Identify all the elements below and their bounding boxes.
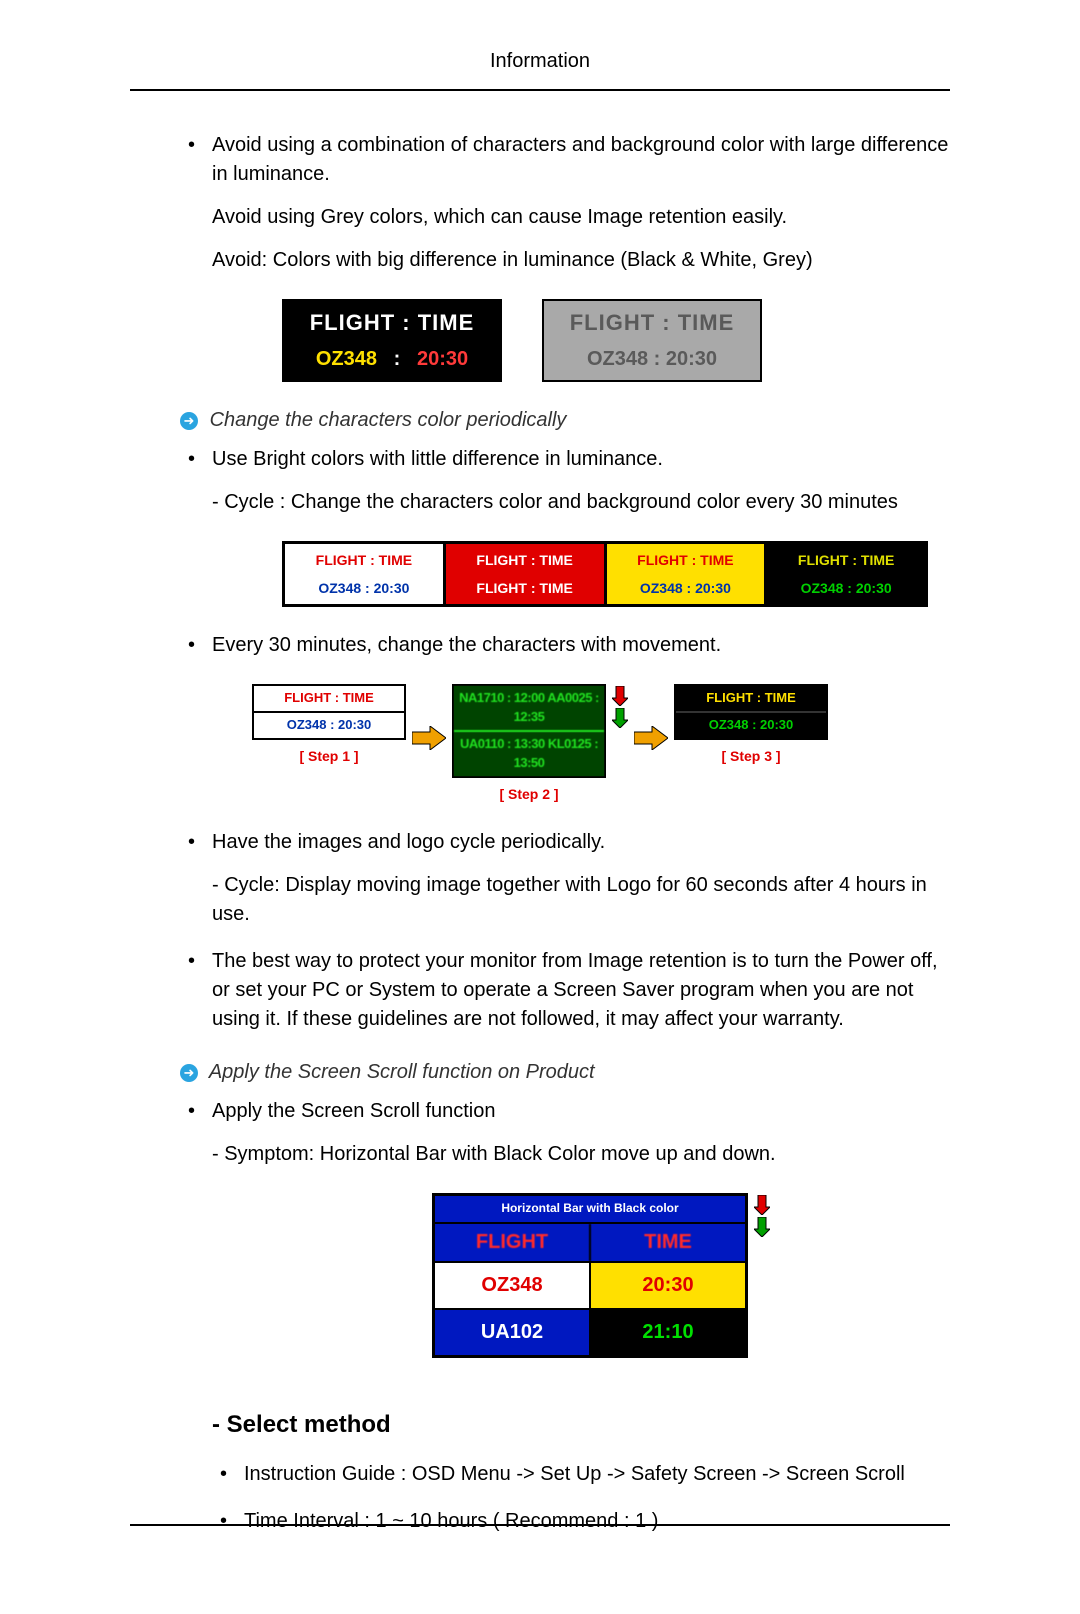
text: Have the images and logo cycle periodica… bbox=[212, 831, 605, 853]
text: Time Interval : 1 ~ 10 hours ( Recommend… bbox=[244, 1510, 658, 1532]
li-instruction: Instruction Guide : OSD Menu -> Set Up -… bbox=[212, 1460, 950, 1489]
fig4-row-1: OZ348 20:30 bbox=[435, 1261, 745, 1308]
list-avoid: Avoid using a combination of characters … bbox=[180, 131, 950, 382]
panel-black: FLIGHT : TIME OZ348 : 20:30 bbox=[282, 299, 502, 382]
text: Instruction Guide : OSD Menu -> Set Up -… bbox=[244, 1463, 905, 1485]
step-3: FLIGHT : TIME OZ348 : 20:30 [ Step 3 ] bbox=[674, 684, 828, 766]
figure-color-cycles: FLIGHT : TIME OZ348 : 20:30 FLIGHT : TIM… bbox=[242, 541, 950, 608]
rule-bottom bbox=[130, 1524, 950, 1526]
page: Information Avoid using a combination of… bbox=[0, 0, 1080, 1614]
flight-time: 20:30 bbox=[417, 348, 468, 370]
text-symptom: - Symptom: Horizontal Bar with Black Col… bbox=[212, 1140, 950, 1169]
r1: FLIGHT : TIME bbox=[611, 550, 761, 570]
step1-top: FLIGHT : TIME bbox=[254, 686, 404, 711]
text-cycle: - Cycle : Change the characters color an… bbox=[212, 488, 950, 517]
cell-red: FLIGHT : TIME FLIGHT : TIME bbox=[446, 544, 607, 605]
fig4-head-row: FLIGHT TIME bbox=[435, 1222, 745, 1261]
flight-code: OZ348 bbox=[316, 348, 377, 370]
panel-black-data: OZ348 : 20:30 bbox=[290, 345, 494, 374]
time: 20:30 bbox=[591, 1263, 745, 1308]
li-bright: Use Bright colors with little difference… bbox=[180, 445, 950, 608]
col-time: TIME bbox=[591, 1224, 745, 1261]
text: Avoid using a combination of characters … bbox=[212, 134, 948, 185]
text-grey: Avoid using Grey colors, which can cause… bbox=[212, 203, 950, 232]
heading-select-method: Select method bbox=[212, 1408, 950, 1443]
sep: : bbox=[394, 348, 401, 370]
figure-contrast-panels: FLIGHT : TIME OZ348 : 20:30 FLIGHT : TIM… bbox=[242, 299, 950, 382]
flight: UA102 bbox=[435, 1310, 591, 1355]
scroll-arrows-icon bbox=[612, 686, 628, 728]
step3-bot: OZ348 : 20:30 bbox=[676, 711, 826, 738]
fig4-header: Horizontal Bar with Black color bbox=[435, 1196, 745, 1221]
text: Apply the Screen Scroll function bbox=[212, 1100, 496, 1122]
cell-black: FLIGHT : TIME OZ348 : 20:30 bbox=[767, 544, 925, 605]
arrow-right-icon bbox=[412, 726, 446, 750]
time: 21:10 bbox=[591, 1310, 745, 1355]
callout-change-color: ➜ Change the characters color periodical… bbox=[180, 406, 950, 435]
li-best: The best way to protect your monitor fro… bbox=[180, 947, 950, 1034]
r1: FLIGHT : TIME bbox=[450, 550, 600, 570]
step2-label: [ Step 2 ] bbox=[452, 784, 606, 804]
text-colors: Avoid: Colors with big difference in lum… bbox=[212, 246, 950, 275]
content: Avoid using a combination of characters … bbox=[130, 91, 950, 1536]
text: Every 30 minutes, change the characters … bbox=[212, 634, 721, 656]
col-flight: FLIGHT bbox=[435, 1224, 591, 1261]
li-move: Every 30 minutes, change the characters … bbox=[180, 631, 950, 804]
li-logo: Have the images and logo cycle periodica… bbox=[180, 828, 950, 929]
panel-black-head: FLIGHT : TIME bbox=[290, 307, 494, 339]
figure-movement-steps: FLIGHT : TIME OZ348 : 20:30 [ Step 1 ] N… bbox=[252, 684, 950, 804]
step2-top: NA1710 : 12:00 AA0025 : 12:35 bbox=[454, 686, 604, 730]
r2: OZ348 : 20:30 bbox=[771, 578, 921, 598]
r1: FLIGHT : TIME bbox=[771, 550, 921, 570]
list-change: Use Bright colors with little difference… bbox=[180, 445, 950, 1034]
step1-bot: OZ348 : 20:30 bbox=[254, 711, 404, 738]
li-interval: Time Interval : 1 ~ 10 hours ( Recommend… bbox=[212, 1507, 950, 1536]
scroll-arrows-icon bbox=[754, 1195, 770, 1237]
text: Use Bright colors with little difference… bbox=[212, 448, 663, 470]
li-avoid-combo: Avoid using a combination of characters … bbox=[180, 131, 950, 382]
figure-scroll-table: Horizontal Bar with Black color FLIGHT T… bbox=[252, 1193, 950, 1357]
arrow-right-icon bbox=[634, 726, 668, 750]
cell-yellow: FLIGHT : TIME OZ348 : 20:30 bbox=[607, 544, 768, 605]
page-header: Information bbox=[130, 50, 950, 79]
cell-white: FLIGHT : TIME OZ348 : 20:30 bbox=[285, 544, 446, 605]
r2: OZ348 : 20:30 bbox=[289, 578, 439, 598]
flight: OZ348 bbox=[435, 1263, 591, 1308]
step1-label: [ Step 1 ] bbox=[252, 746, 406, 766]
arrow-circle-icon: ➜ bbox=[180, 1064, 198, 1082]
step3-top: FLIGHT : TIME bbox=[676, 686, 826, 711]
step-2: NA1710 : 12:00 AA0025 : 12:35 UA0110 : 1… bbox=[452, 684, 606, 804]
r1: FLIGHT : TIME bbox=[289, 550, 439, 570]
step2-bot: UA0110 : 13:30 KL0125 : 13:50 bbox=[454, 730, 604, 776]
step3-label: [ Step 3 ] bbox=[674, 746, 828, 766]
callout-text: Apply the Screen Scroll function on Prod… bbox=[209, 1061, 595, 1083]
callout-text: Change the characters color periodically bbox=[210, 409, 567, 431]
list-scroll: Apply the Screen Scroll function - Sympt… bbox=[180, 1097, 950, 1536]
r2: OZ348 : 20:30 bbox=[611, 578, 761, 598]
fig4-row-2: UA102 21:10 bbox=[435, 1308, 745, 1355]
panel-grey: FLIGHT : TIME OZ348 : 20:30 bbox=[542, 299, 762, 382]
text-logo-cycle: - Cycle: Display moving image together w… bbox=[212, 871, 950, 929]
li-scroll: Apply the Screen Scroll function - Sympt… bbox=[180, 1097, 950, 1536]
r2: FLIGHT : TIME bbox=[450, 578, 600, 598]
panel-grey-data: OZ348 : 20:30 bbox=[550, 345, 754, 374]
panel-grey-head: FLIGHT : TIME bbox=[550, 307, 754, 339]
callout-screen-scroll: ➜ Apply the Screen Scroll function on Pr… bbox=[180, 1058, 950, 1087]
step-1: FLIGHT : TIME OZ348 : 20:30 [ Step 1 ] bbox=[252, 684, 406, 766]
arrow-circle-icon: ➜ bbox=[180, 412, 198, 430]
text: The best way to protect your monitor fro… bbox=[212, 950, 938, 1030]
